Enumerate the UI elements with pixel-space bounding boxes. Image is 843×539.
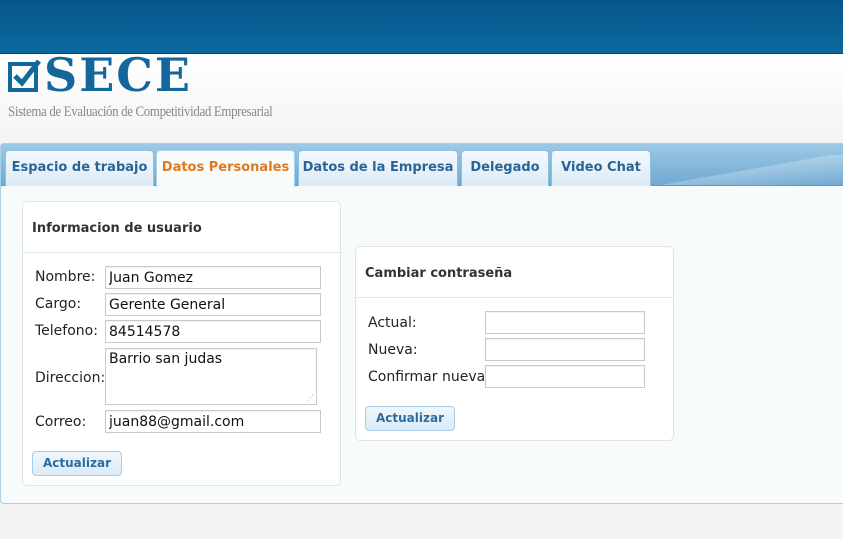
- nombre-label: Nombre:: [35, 269, 96, 285]
- tab-datos-personales[interactable]: Datos Personales: [156, 150, 295, 187]
- password-card: Cambiar contraseña Actual: Nueva: Confir…: [355, 246, 674, 441]
- logo-text: SECE: [44, 48, 192, 102]
- update-password-button[interactable]: Actualizar: [365, 406, 455, 431]
- tab-video-chat[interactable]: Video Chat: [551, 150, 651, 186]
- correo-label: Correo:: [35, 414, 87, 430]
- telefono-input[interactable]: [105, 320, 321, 343]
- cargo-label: Cargo:: [35, 296, 82, 312]
- direccion-textarea[interactable]: Barrio san judas: [105, 348, 317, 405]
- new-password-input[interactable]: [485, 338, 645, 361]
- confirm-password-input[interactable]: [485, 365, 645, 388]
- confirmar-label: Confirmar nueva:: [368, 369, 490, 385]
- main-panel: Espacio de trabajo Datos Personales Dato…: [0, 143, 843, 504]
- actual-label: Actual:: [368, 315, 417, 331]
- telefono-label: Telefono:: [35, 323, 98, 339]
- nueva-label: Nueva:: [368, 342, 418, 358]
- direccion-label: Direccion:: [35, 370, 106, 386]
- top-bar: [0, 0, 843, 54]
- resize-handle-icon[interactable]: ⋰: [306, 394, 314, 402]
- tab-bar: Espacio de trabajo Datos Personales Dato…: [1, 144, 843, 187]
- actual-password-input[interactable]: [485, 311, 645, 334]
- tab-delegado[interactable]: Delegado: [461, 150, 549, 186]
- update-user-button[interactable]: Actualizar: [32, 451, 122, 476]
- cargo-input[interactable]: [105, 293, 321, 316]
- app-logo: SECE Sistema de Evaluación de Competitiv…: [6, 50, 273, 126]
- divider: [23, 252, 340, 253]
- user-info-card: Informacion de usuario Nombre: Cargo: Te…: [22, 201, 341, 486]
- nombre-input[interactable]: [105, 266, 321, 289]
- user-info-title: Informacion de usuario: [32, 221, 202, 236]
- logo-subtitle: Sistema de Evaluación de Competitividad …: [8, 104, 273, 120]
- direccion-wrapper: Barrio san judas ⋰: [105, 348, 317, 405]
- divider: [356, 297, 673, 298]
- tab-datos-de-la-empresa[interactable]: Datos de la Empresa: [298, 150, 458, 186]
- checkbox-logo-icon: [8, 59, 41, 92]
- header: SECE Sistema de Evaluación de Competitiv…: [0, 50, 843, 142]
- password-title: Cambiar contraseña: [365, 266, 513, 281]
- tab-espacio-de-trabajo[interactable]: Espacio de trabajo: [5, 150, 154, 186]
- correo-input[interactable]: [105, 410, 321, 433]
